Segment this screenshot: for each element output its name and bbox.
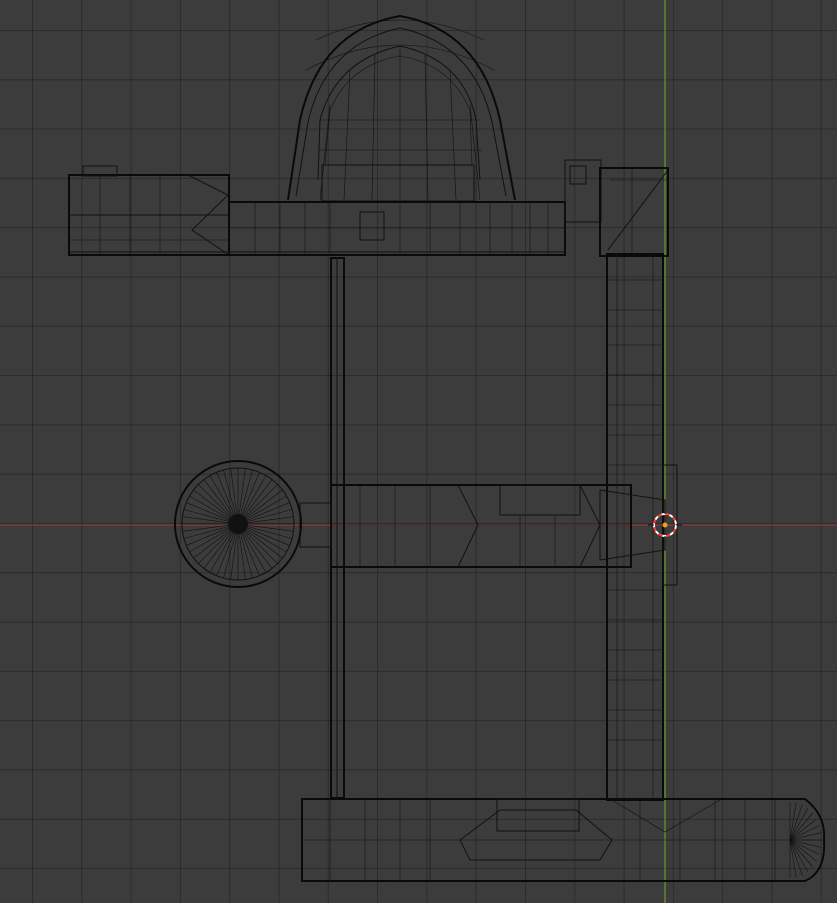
tower-spoke	[198, 484, 232, 518]
object-origin-icon[interactable]	[662, 522, 668, 528]
round-tower-mesh[interactable]	[174, 460, 302, 588]
3d-viewport[interactable]	[0, 0, 837, 903]
tower-spoke	[209, 532, 234, 573]
tower-spoke	[247, 502, 290, 521]
apse-dome-mesh[interactable]	[287, 14, 516, 202]
tower-spoke	[216, 533, 235, 576]
tower-spoke	[244, 484, 278, 518]
tower-spoke	[186, 502, 229, 521]
tower-spoke	[242, 475, 267, 516]
tower-spoke	[186, 527, 229, 546]
wireframe-canvas[interactable]	[0, 0, 837, 903]
tower-spoke	[241, 472, 260, 515]
tower-spoke	[246, 495, 287, 520]
west-corridor-mesh[interactable]	[330, 257, 345, 799]
central-wing-mesh[interactable]	[299, 484, 666, 568]
apse-fan-line	[789, 812, 813, 841]
tower-spoke	[247, 527, 290, 546]
south-wing-mesh[interactable]	[301, 798, 826, 882]
north-wing-mesh[interactable]	[68, 159, 669, 257]
apse-fan-line	[789, 839, 813, 868]
tower-spoke	[242, 532, 267, 573]
tower-spoke	[209, 475, 234, 516]
tower-spoke	[216, 472, 235, 515]
tower-spoke	[189, 528, 230, 553]
tower-spoke	[246, 528, 287, 553]
tower-spoke	[189, 495, 230, 520]
tower-spoke	[241, 533, 260, 576]
tower-spoke	[198, 530, 232, 564]
tower-spoke	[244, 530, 278, 564]
